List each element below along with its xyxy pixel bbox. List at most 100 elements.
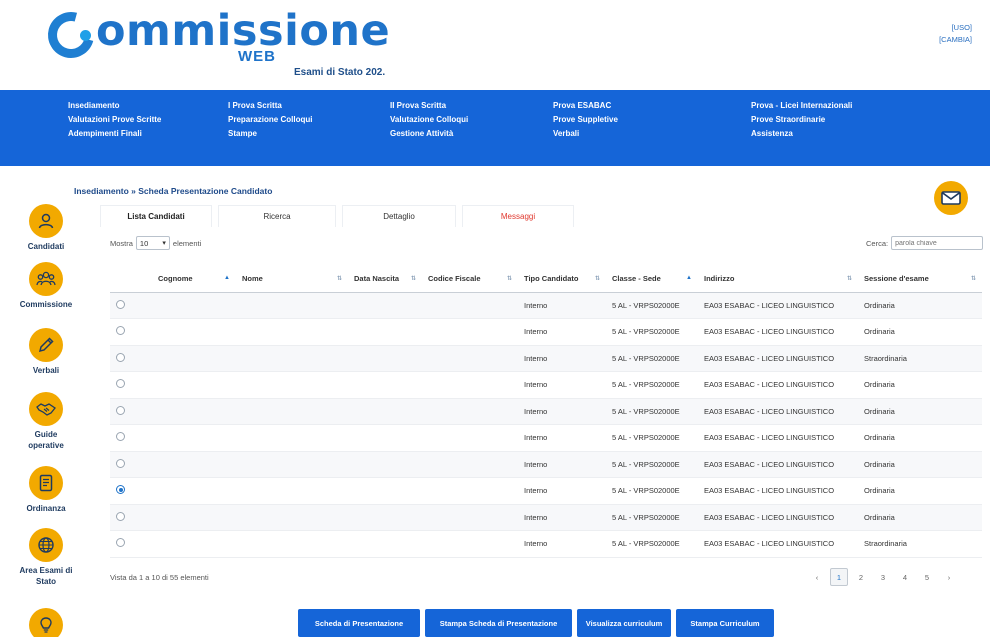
nav-column-5: Prova - Licei Internazionali Prove Strao… [751,101,852,138]
row-radio[interactable] [116,485,125,495]
table-row[interactable]: Interno 5 AL - VRPS02000E EA03 ESABAC - LI… [110,424,982,452]
row-radio[interactable] [116,326,125,336]
sidebar-item-candidati[interactable]: Candidati [0,204,92,252]
messages-button[interactable] [934,181,968,215]
header-codice-fiscale[interactable]: Codice Fiscale ⇅ [422,266,518,293]
header-sessione[interactable]: Sessione d'esame ⇅ [858,266,982,293]
row-radio[interactable] [116,379,125,389]
cell-sessione: Straordinaria [858,530,982,558]
page-prev-button[interactable]: ‹ [808,568,826,586]
nav-i-prova-scritta[interactable]: I Prova Scritta [228,101,312,110]
header-data-nascita[interactable]: Data Nascita ⇅ [348,266,422,293]
header-cognome[interactable]: Cognome ▲ [152,266,236,293]
stampa-curriculum-button[interactable]: Stampa Curriculum [676,609,774,637]
table-row[interactable]: Interno 5 AL - VRPS02000E EA03 ESABAC - LI… [110,371,982,399]
sidebar-item-guide-operative[interactable]: Guide operative [0,392,92,451]
cell-cf [422,318,518,346]
table-row[interactable]: Interno 5 AL - VRPS02000E EA03 ESABAC - LI… [110,318,982,346]
sort-asc-icon: ▲ [224,275,230,281]
user-line-1: [USO] [951,23,972,32]
header-indirizzo[interactable]: Indirizzo ⇅ [698,266,858,293]
nav-prova-licei-internazionali[interactable]: Prova - Licei Internazionali [751,101,852,110]
pencil-icon [29,328,63,362]
header-label: Sessione d'esame [864,274,929,284]
table-row[interactable]: Interno 5 AL - VRPS02000E EA03 ESABAC - LI… [110,477,982,505]
cell-cf [422,530,518,558]
nav-valutazioni-prove-scritte[interactable]: Valutazioni Prove Scritte [68,115,161,124]
sort-icon: ⇅ [594,276,600,282]
nav-gestione-attivita[interactable]: Gestione Attività [390,129,468,138]
table-row[interactable]: Interno 5 AL - VRPS02000E EA03 ESABAC - LI… [110,398,982,425]
header-tipo-candidato[interactable]: Tipo Candidato ⇅ [518,266,606,293]
page-button-3[interactable]: 3 [874,568,892,586]
search-input[interactable] [891,236,984,250]
page-next-button[interactable]: › [940,568,958,586]
sidebar-item-area-esami[interactable]: Area Esami di Stato [0,528,92,587]
table-row[interactable]: Interno 5 AL - VRPS02000E EA03 ESABAC - LI… [110,345,982,372]
table-row[interactable]: Interno 5 AL - VRPS02000E EA03 ESABAC - LI… [110,292,982,319]
tab-ricerca[interactable]: Ricerca [218,205,336,227]
cell-cf [422,371,518,399]
header-nome[interactable]: Nome ⇅ [236,266,348,293]
header-classe-sede[interactable]: Classe - Sede ▲ [606,266,698,293]
nav-ii-prova-scritta[interactable]: II Prova Scritta [390,101,468,110]
sidebar-item-verbali[interactable]: Verbali [0,328,92,376]
tab-lista-candidati[interactable]: Lista Candidati [100,205,212,227]
nav-verbali[interactable]: Verbali [553,129,618,138]
logo-sub: WEB [238,48,276,65]
nav-adempimenti-finali[interactable]: Adempimenti Finali [68,129,161,138]
commissione-web-logo[interactable]: ommissione WEB Esami di Stato 202. [39,3,408,78]
cell-classe: 5 AL - VRPS02000E [606,292,698,319]
row-radio[interactable] [116,458,125,468]
cell-indirizzo: EA03 ESABAC - LICEO LINGUISTICO [698,398,858,425]
cell-cf [422,504,518,531]
nav-valutazione-colloqui[interactable]: Valutazione Colloqui [390,115,468,124]
nav-prove-suppletive[interactable]: Prove Suppletive [553,115,618,124]
stampa-scheda-button[interactable]: Stampa Scheda di Presentazione [425,609,572,637]
row-radio[interactable] [116,352,125,362]
sort-icon: ⇅ [410,276,416,282]
change-user-link[interactable]: [CAMBIA] [939,34,972,46]
row-radio[interactable] [116,538,125,548]
cell-classe: 5 AL - VRPS02000E [606,477,698,505]
table-info: Vista da 1 a 10 di 55 elementi [110,573,209,582]
table-row[interactable]: Interno 5 AL - VRPS02000E EA03 ESABAC - LI… [110,504,982,531]
cell-nome [236,530,348,558]
table-row[interactable]: Interno 5 AL - VRPS02000E EA03 ESABAC - LI… [110,530,982,558]
nav-assistenza[interactable]: Assistenza [751,129,852,138]
sidebar-item-ordinanza[interactable]: Ordinanza [0,466,92,514]
visualizza-curriculum-button[interactable]: Visualizza curriculum [577,609,671,637]
cell-nome [236,345,348,372]
scheda-presentazione-button[interactable]: Scheda di Presentazione [298,609,420,637]
cell-sessione: Ordinaria [858,424,982,452]
row-radio[interactable] [116,299,125,309]
cell-data [348,318,422,346]
cell-cognome [152,424,236,452]
page-button-1[interactable]: 1 [830,568,848,586]
nav-insediamento[interactable]: Insediamento [68,101,161,110]
tab-messaggi[interactable]: Messaggi [462,205,574,227]
cell-sessione: Straordinaria [858,345,982,372]
nav-prova-esabac[interactable]: Prova ESABAC [553,101,618,110]
sidebar-item-commissione[interactable]: Commissione [0,262,92,310]
cell-sessione: Ordinaria [858,477,982,505]
show-label: Mostra [110,238,133,248]
page-button-2[interactable]: 2 [852,568,870,586]
row-radio[interactable] [116,432,125,442]
tab-dettaglio[interactable]: Dettaglio [342,205,456,227]
tab-bar: Lista Candidati Ricerca Dettaglio Messag… [100,205,580,227]
cell-sessione: Ordinaria [858,451,982,478]
cell-data [348,371,422,399]
cell-data [348,398,422,425]
page-button-5[interactable]: 5 [918,568,936,586]
page-button-4[interactable]: 4 [896,568,914,586]
app-header: ommissione WEB Esami di Stato 202. [USO]… [0,0,990,90]
nav-prove-straordinarie[interactable]: Prove Straordinarie [751,115,852,124]
table-row[interactable]: Interno 5 AL - VRPS02000E EA03 ESABAC - LI… [110,451,982,478]
row-radio[interactable] [116,511,125,521]
nav-stampe[interactable]: Stampe [228,129,312,138]
sidebar-item-idea[interactable] [0,608,92,637]
row-radio[interactable] [116,405,125,415]
page-length-select[interactable]: 10 ▾ [135,236,170,250]
nav-preparazione-colloqui[interactable]: Preparazione Colloqui [228,115,312,124]
